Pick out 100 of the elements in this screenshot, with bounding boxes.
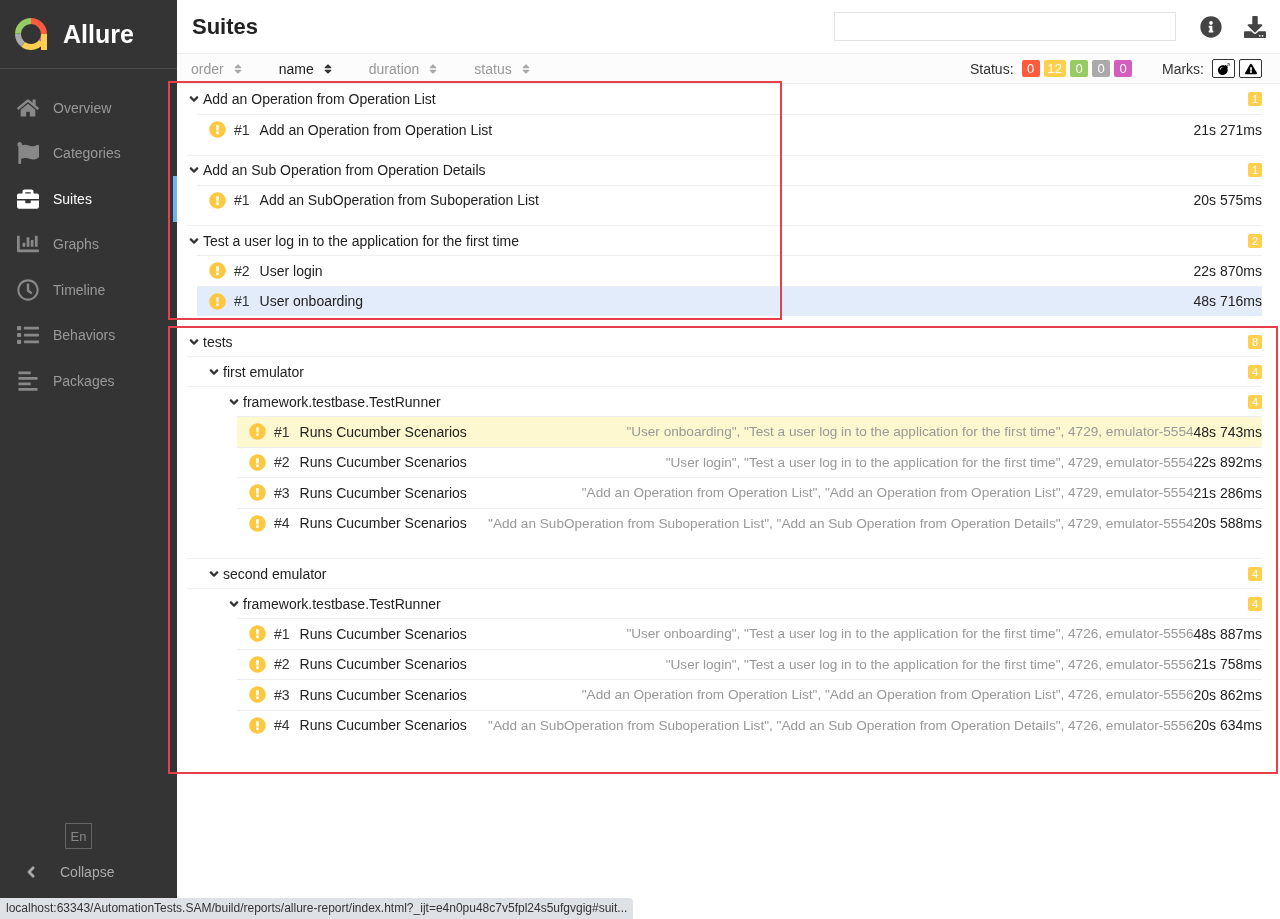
language-button[interactable]: En bbox=[65, 823, 92, 849]
logo-icon bbox=[13, 16, 49, 52]
sort-column[interactable]: name bbox=[278, 60, 334, 77]
warning-icon bbox=[249, 655, 266, 673]
test-name: Runs Cucumber Scenarios bbox=[299, 515, 467, 532]
warning-icon bbox=[249, 686, 266, 704]
test-duration: 21s 271ms bbox=[1193, 121, 1262, 138]
test-count: 1 bbox=[1247, 163, 1262, 177]
test-duration: 21s 758ms bbox=[1193, 656, 1262, 673]
test-order: #1 bbox=[274, 625, 290, 642]
test-row[interactable]: #4 Runs Cucumber Scenarios "Add an SubOperation from Suboperation List", "Add an Sub Operation from Operation Details", 4726, emulator-555620s 634ms bbox=[237, 709, 1262, 740]
search-field[interactable] bbox=[834, 12, 1176, 41]
test-order: #2 bbox=[274, 454, 290, 471]
test-duration: 20s 575ms bbox=[1193, 192, 1262, 209]
test-order: #3 bbox=[274, 484, 290, 501]
test-name: Add an Operation from Operation List bbox=[259, 121, 493, 138]
test-row[interactable]: #1 Runs Cucumber Scenarios "User onboarding", "Test a user log in to the application for the first time", 4729, emulator-555448s 743ms bbox=[237, 416, 1262, 447]
warning-icon bbox=[249, 716, 266, 734]
test-parameters: "Add an Operation from Operation List", "Add an Operation from Operation List", 4729, emulator-5554 bbox=[581, 485, 1194, 501]
test-duration: 20s 588ms bbox=[1193, 515, 1262, 532]
test-order: #3 bbox=[274, 686, 290, 703]
test-count: 8 bbox=[1247, 334, 1262, 349]
test-row[interactable]: #1 Add an Operation from Operation List 21s 271ms bbox=[197, 114, 1262, 145]
nav-item[interactable]: Packages bbox=[0, 358, 177, 404]
test-name: Runs Cucumber Scenarios bbox=[299, 717, 467, 734]
nav-item[interactable]: Categories bbox=[0, 130, 177, 176]
info-icon[interactable] bbox=[1200, 15, 1222, 38]
collapse-button[interactable]: Collapse bbox=[0, 849, 115, 881]
nav-item[interactable]: Timeline bbox=[0, 267, 177, 313]
suite-name[interactable]: framework.testbase.TestRunner bbox=[243, 595, 1248, 612]
test-row[interactable]: #1 Runs Cucumber Scenarios "User onboarding", "Test a user log in to the application for the first time", 4726, emulator-555648s 887ms bbox=[237, 618, 1262, 649]
flag-icon bbox=[17, 142, 39, 165]
nav-label: Graphs bbox=[53, 236, 99, 253]
test-parameters: "Add an SubOperation from Suboperation List", "Add an Sub Operation from Operation Details", 4729, emulator-5554 bbox=[488, 515, 1194, 531]
warning-icon bbox=[249, 453, 266, 471]
suite-name[interactable]: framework.testbase.TestRunner bbox=[243, 393, 1248, 410]
suite-name[interactable]: tests bbox=[203, 333, 1248, 350]
warning-icon bbox=[209, 292, 226, 310]
test-order: #1 bbox=[234, 121, 250, 138]
test-row[interactable]: #2 Runs Cucumber Scenarios "User login", "Test a user log in to the application for the first time", 4729, emulator-555422s 892ms bbox=[237, 446, 1262, 477]
test-row[interactable]: #4 Runs Cucumber Scenarios "Add an SubOperation from Suboperation List", "Add an Sub Operation from Operation Details", 4729, emulator-555420s 588ms bbox=[237, 507, 1262, 538]
test-name: User login bbox=[259, 262, 323, 279]
suite-name[interactable]: Test a user log in to the application for the first time bbox=[203, 232, 1248, 249]
test-parameters: "User onboarding", "Test a user log in to the application for the first time", 4726, emulator-5556 bbox=[626, 626, 1194, 642]
test-name: User onboarding bbox=[259, 293, 364, 310]
nav-label: Packages bbox=[53, 372, 115, 389]
suite-name[interactable]: second emulator bbox=[223, 565, 1248, 582]
test-name: Runs Cucumber Scenarios bbox=[299, 625, 467, 642]
test-name: Runs Cucumber Scenarios bbox=[299, 423, 467, 440]
home-icon bbox=[17, 96, 39, 119]
test-count: 4 bbox=[1247, 394, 1262, 409]
test-order: #2 bbox=[234, 262, 250, 279]
test-parameters: "User onboarding", "Test a user log in to the application for the first time", 4729, emulator-5554 bbox=[626, 424, 1194, 440]
test-order: #4 bbox=[274, 515, 290, 532]
test-row[interactable]: #1 Add an SubOperation from Suboperation List 20s 575ms bbox=[197, 184, 1262, 215]
warning-icon[interactable] bbox=[1239, 59, 1262, 78]
status-label: Status: bbox=[969, 60, 1014, 77]
list-icon bbox=[17, 324, 39, 347]
test-order: #1 bbox=[234, 192, 250, 209]
warning-icon bbox=[249, 625, 266, 643]
suite-name[interactable]: Add an Sub Operation from Operation Details bbox=[203, 162, 1248, 178]
status-bar-url: localhost:63343/AutomationTests.SAM/build/reports/allure-report/index.html?_ijt=e4n0pu48c7v5fpl24s5ufgvgig#suit... bbox=[0, 898, 634, 919]
suite-name[interactable]: Add an Operation from Operation List bbox=[203, 91, 1248, 107]
nav-label: Categories bbox=[53, 145, 121, 162]
test-name: Add an SubOperation from Suboperation List bbox=[259, 192, 539, 209]
test-name: Runs Cucumber Scenarios bbox=[299, 454, 467, 471]
test-row[interactable]: #1 User onboarding 48s 716ms bbox=[197, 285, 1262, 316]
test-row[interactable]: #2 Runs Cucumber Scenarios "User login", "Test a user log in to the application for the first time", 4726, emulator-555621s 758ms bbox=[237, 648, 1262, 679]
test-count: 4 bbox=[1247, 596, 1262, 611]
test-parameters: "User login", "Test a user log in to the application for the first time", 4726, emulator-5556 bbox=[665, 656, 1194, 672]
nav-item[interactable]: Suites bbox=[0, 176, 177, 222]
marks-label: Marks: bbox=[1162, 60, 1204, 77]
download-icon[interactable] bbox=[1244, 15, 1266, 38]
test-count: 4 bbox=[1247, 364, 1262, 379]
test-count: 4 bbox=[1247, 566, 1262, 581]
test-duration: 22s 892ms bbox=[1193, 454, 1262, 471]
nav-label: Timeline bbox=[53, 281, 106, 298]
warning-icon bbox=[249, 423, 266, 441]
briefcase-icon bbox=[17, 187, 39, 210]
nav-item[interactable]: Graphs bbox=[0, 221, 177, 267]
clock-icon bbox=[17, 278, 39, 301]
test-parameters: "Add an Operation from Operation List", "Add an Operation from Operation List", 4726, emulator-5556 bbox=[581, 687, 1194, 703]
test-parameters: "Add an SubOperation from Suboperation List", "Add an Sub Operation from Operation Details", 4726, emulator-5556 bbox=[488, 717, 1194, 733]
test-name: Runs Cucumber Scenarios bbox=[299, 686, 467, 703]
test-duration: 48s 743ms bbox=[1193, 423, 1262, 440]
test-duration: 20s 862ms bbox=[1193, 686, 1262, 703]
nav-item[interactable]: Overview bbox=[0, 85, 177, 131]
nav-label: Behaviors bbox=[53, 327, 116, 344]
test-row[interactable]: #3 Runs Cucumber Scenarios "Add an Operation from Operation List", "Add an Operation from Operation List", 4729, emulator-555421s 286ms bbox=[237, 477, 1262, 508]
test-count: 1 bbox=[1247, 92, 1262, 106]
suite-name[interactable]: first emulator bbox=[223, 363, 1248, 380]
page-title: Suites bbox=[192, 13, 260, 40]
test-row[interactable]: #3 Runs Cucumber Scenarios "Add an Operation from Operation List", "Add an Operation from Operation List", 4726, emulator-555620s 862ms bbox=[237, 679, 1262, 710]
bomb-icon[interactable] bbox=[1212, 59, 1235, 78]
test-order: #2 bbox=[274, 656, 290, 673]
test-parameters: "User login", "Test a user log in to the application for the first time", 4729, emulator-5554 bbox=[665, 454, 1194, 470]
nav-label: Suites bbox=[53, 190, 92, 207]
test-row[interactable]: #2 User login 22s 870ms bbox=[197, 255, 1262, 286]
nav-item[interactable]: Behaviors bbox=[0, 312, 177, 358]
test-count: 2 bbox=[1247, 233, 1262, 248]
